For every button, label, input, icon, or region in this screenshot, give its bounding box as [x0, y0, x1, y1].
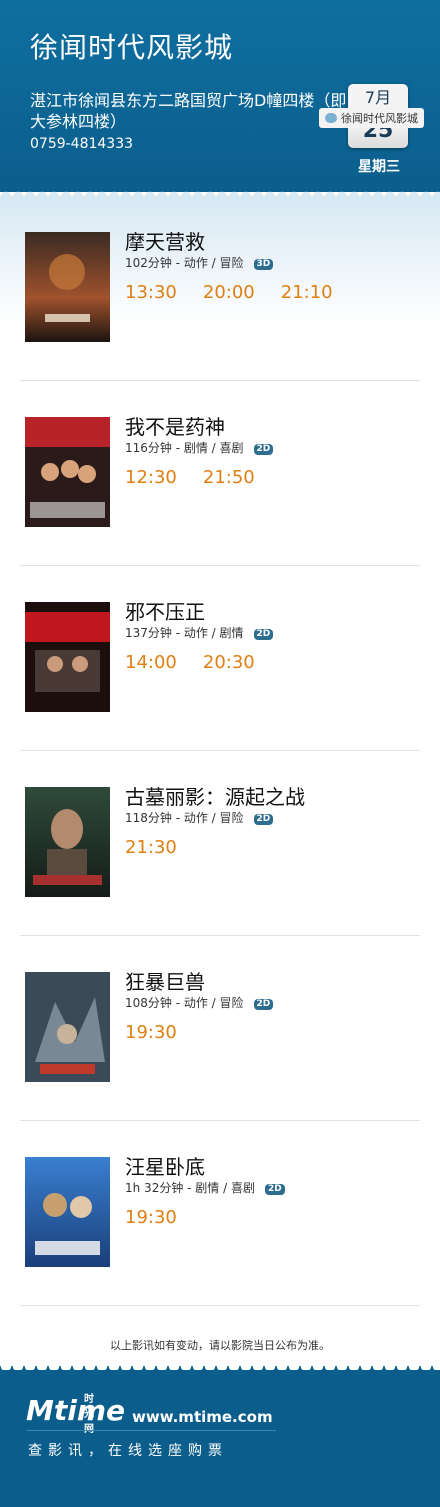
movie-meta-text: 116分钟 - 剧情 / 喜剧 [125, 441, 244, 455]
showtime[interactable]: 13:30 [125, 282, 177, 303]
movie-meta-text: 137分钟 - 动作 / 剧情 [125, 626, 244, 640]
showtimes: 13:30 20:00 21:10 [125, 282, 359, 303]
logo-cn-label: 时光网 [84, 1394, 94, 1435]
wechat-account-name: 徐闻时代风影城 [341, 112, 418, 125]
logo-wordmark: Mtime [26, 1394, 126, 1427]
showtimes: 19:30 [125, 1207, 203, 1228]
movie-poster[interactable] [25, 602, 110, 712]
footer-slogan: 查影讯，在线选座购票 [28, 1443, 228, 1459]
movie-title[interactable]: 我不是药神 [125, 411, 225, 440]
cinema-header: 徐闻时代风影城 湛江市徐闻县东方二路国贸广场D幢四楼（即大参林四楼） 0759-… [0, 0, 440, 192]
movie-item[interactable]: 狂暴巨兽 108分钟 - 动作 / 冒险 2D 19:30 [0, 936, 440, 1121]
movie-title[interactable]: 狂暴巨兽 [125, 966, 205, 995]
cinema-phone[interactable]: 0759-4814333 [30, 136, 133, 152]
format-badge: 2D [253, 629, 274, 640]
showtime[interactable]: 12:30 [125, 467, 177, 488]
movie-title[interactable]: 古墓丽影：源起之战 [125, 781, 305, 810]
movie-item[interactable]: 汪星卧底 1h 32分钟 - 剧情 / 喜剧 2D 19:30 [0, 1121, 440, 1306]
format-badge: 2D [264, 1184, 285, 1195]
showtime[interactable]: 21:50 [203, 467, 255, 488]
movie-meta-text: 102分钟 - 动作 / 冒险 [125, 256, 244, 270]
showtime[interactable]: 21:30 [125, 837, 177, 858]
showtimes: 19:30 [125, 1022, 203, 1043]
footer-divider [26, 1430, 276, 1431]
showtime[interactable]: 20:00 [203, 282, 255, 303]
footer: Mtime 时光网 www.mtime.com 查影讯，在线选座购票 [0, 1370, 440, 1507]
movie-meta-text: 1h 32分钟 - 剧情 / 喜剧 [125, 1181, 255, 1195]
schedule-notice: 以上影讯如有变动，请以影院当日公布为准。 [110, 1339, 330, 1352]
showtimes: 12:30 21:50 [125, 467, 281, 488]
showtime[interactable]: 19:30 [125, 1022, 177, 1043]
movie-meta: 1h 32分钟 - 剧情 / 喜剧 2D [125, 1179, 285, 1196]
movie-meta-text: 118分钟 - 动作 / 冒险 [125, 811, 244, 825]
movie-item[interactable]: 摩天营救 102分钟 - 动作 / 冒险 3D 13:30 20:00 21:10 [0, 196, 440, 381]
wechat-icon [325, 113, 337, 123]
cinema-address: 湛江市徐闻县东方二路国贸广场D幢四楼（即大参林四楼） [30, 91, 347, 131]
movie-title[interactable]: 汪星卧底 [125, 1151, 205, 1180]
showtime[interactable]: 19:30 [125, 1207, 177, 1228]
format-badge: 3D [253, 259, 274, 270]
movie-meta: 102分钟 - 动作 / 冒险 3D [125, 254, 274, 271]
format-badge: 2D [253, 999, 274, 1010]
movie-meta: 108分钟 - 动作 / 冒险 2D [125, 994, 274, 1011]
movie-poster[interactable] [25, 232, 110, 342]
format-badge: 2D [253, 444, 274, 455]
cinema-name: 徐闻时代风影城 [30, 31, 234, 64]
showtime[interactable]: 14:00 [125, 652, 177, 673]
movie-item[interactable]: 古墓丽影：源起之战 118分钟 - 动作 / 冒险 2D 21:30 [0, 751, 440, 936]
movie-title[interactable]: 邪不压正 [125, 596, 205, 625]
movie-item[interactable]: 邪不压正 137分钟 - 动作 / 剧情 2D 14:00 20:30 [0, 566, 440, 751]
showtime[interactable]: 21:10 [281, 282, 333, 303]
movie-poster[interactable] [25, 1157, 110, 1267]
movie-meta: 118分钟 - 动作 / 冒险 2D [125, 809, 274, 826]
format-badge: 2D [253, 814, 274, 825]
wechat-watermark: 徐闻时代风影城 [319, 108, 424, 128]
movie-meta-text: 108分钟 - 动作 / 冒险 [125, 996, 244, 1010]
calendar-weekday: 星期三 [358, 159, 400, 175]
movie-poster[interactable] [25, 417, 110, 527]
movie-poster[interactable] [25, 972, 110, 1082]
movie-meta: 137分钟 - 动作 / 剧情 2D [125, 624, 274, 641]
showtimes: 21:30 [125, 837, 203, 858]
movie-meta: 116分钟 - 剧情 / 喜剧 2D [125, 439, 274, 456]
movie-title[interactable]: 摩天营救 [125, 226, 205, 255]
showtimes: 14:00 20:30 [125, 652, 281, 673]
site-url[interactable]: www.mtime.com [132, 1408, 273, 1426]
divider [20, 1305, 420, 1306]
showtime[interactable]: 20:30 [203, 652, 255, 673]
movie-poster[interactable] [25, 787, 110, 897]
movie-item[interactable]: 我不是药神 116分钟 - 剧情 / 喜剧 2D 12:30 21:50 [0, 381, 440, 566]
movie-list: 摩天营救 102分钟 - 动作 / 冒险 3D 13:30 20:00 21:10 我… [0, 196, 440, 1306]
